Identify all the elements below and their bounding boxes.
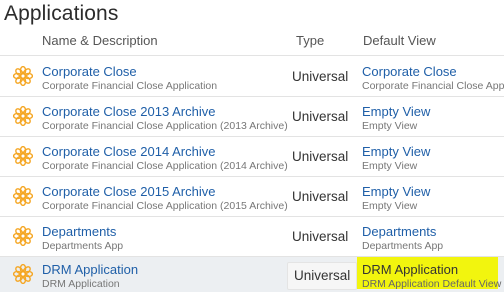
app-description: DRM Application — [42, 278, 120, 290]
default-view-description: Empty View — [362, 160, 418, 172]
app-flower-icon — [13, 106, 33, 126]
app-name-link[interactable]: Corporate Close 2015 Archive — [42, 184, 215, 199]
app-type: Universal — [292, 109, 349, 124]
app-type: Universal — [287, 262, 358, 290]
default-view-description: DRM Application Default View — [362, 278, 502, 290]
default-view-link[interactable]: DRM Application — [362, 262, 458, 277]
app-name-link[interactable]: DRM Application — [42, 262, 138, 277]
table-row-selected[interactable]: DRM Application DRM Application Universa… — [0, 257, 504, 292]
table-row[interactable]: Corporate Close Corporate Financial Clos… — [0, 57, 504, 97]
page-title: Applications — [4, 2, 119, 25]
app-name-link[interactable]: Corporate Close 2013 Archive — [42, 104, 215, 119]
table-row[interactable]: Corporate Close 2013 Archive Corporate F… — [0, 97, 504, 137]
table-row[interactable]: Departments Departments App Universal De… — [0, 217, 504, 257]
column-header-name[interactable]: Name & Description — [42, 33, 158, 48]
app-type: Universal — [292, 149, 349, 164]
app-flower-icon — [13, 186, 33, 206]
app-flower-icon — [13, 226, 33, 246]
app-flower-icon — [13, 146, 33, 166]
default-view-link[interactable]: Corporate Close — [362, 64, 457, 79]
default-view-description: Empty View — [362, 200, 418, 212]
app-description: Corporate Financial Close Application (2… — [42, 200, 288, 212]
table-row[interactable]: Corporate Close 2015 Archive Corporate F… — [0, 177, 504, 217]
default-view-description: Corporate Financial Close Applic — [362, 80, 504, 92]
app-description: Corporate Financial Close Application (2… — [42, 120, 288, 132]
default-view-link[interactable]: Departments — [362, 224, 436, 239]
app-flower-icon — [13, 264, 33, 284]
app-description: Departments App — [42, 240, 124, 252]
app-type: Universal — [292, 69, 349, 84]
app-name-link[interactable]: Corporate Close 2014 Archive — [42, 144, 215, 159]
table-row[interactable]: Corporate Close 2014 Archive Corporate F… — [0, 137, 504, 177]
app-name-link[interactable]: Departments — [42, 224, 116, 239]
default-view-description: Departments App — [362, 240, 444, 252]
app-name-link[interactable]: Corporate Close — [42, 64, 137, 79]
default-view-link[interactable]: Empty View — [362, 184, 430, 199]
app-flower-icon — [13, 66, 33, 86]
app-description: Corporate Financial Close Application (2… — [42, 160, 288, 172]
app-type: Universal — [292, 189, 349, 204]
default-view-link[interactable]: Empty View — [362, 144, 430, 159]
column-header-type[interactable]: Type — [296, 33, 324, 48]
app-description: Corporate Financial Close Application — [42, 80, 218, 92]
app-type: Universal — [292, 229, 349, 244]
default-view-description: Empty View — [362, 120, 418, 132]
header-divider — [0, 55, 504, 56]
column-header-default-view[interactable]: Default View — [363, 33, 436, 48]
default-view-link[interactable]: Empty View — [362, 104, 430, 119]
